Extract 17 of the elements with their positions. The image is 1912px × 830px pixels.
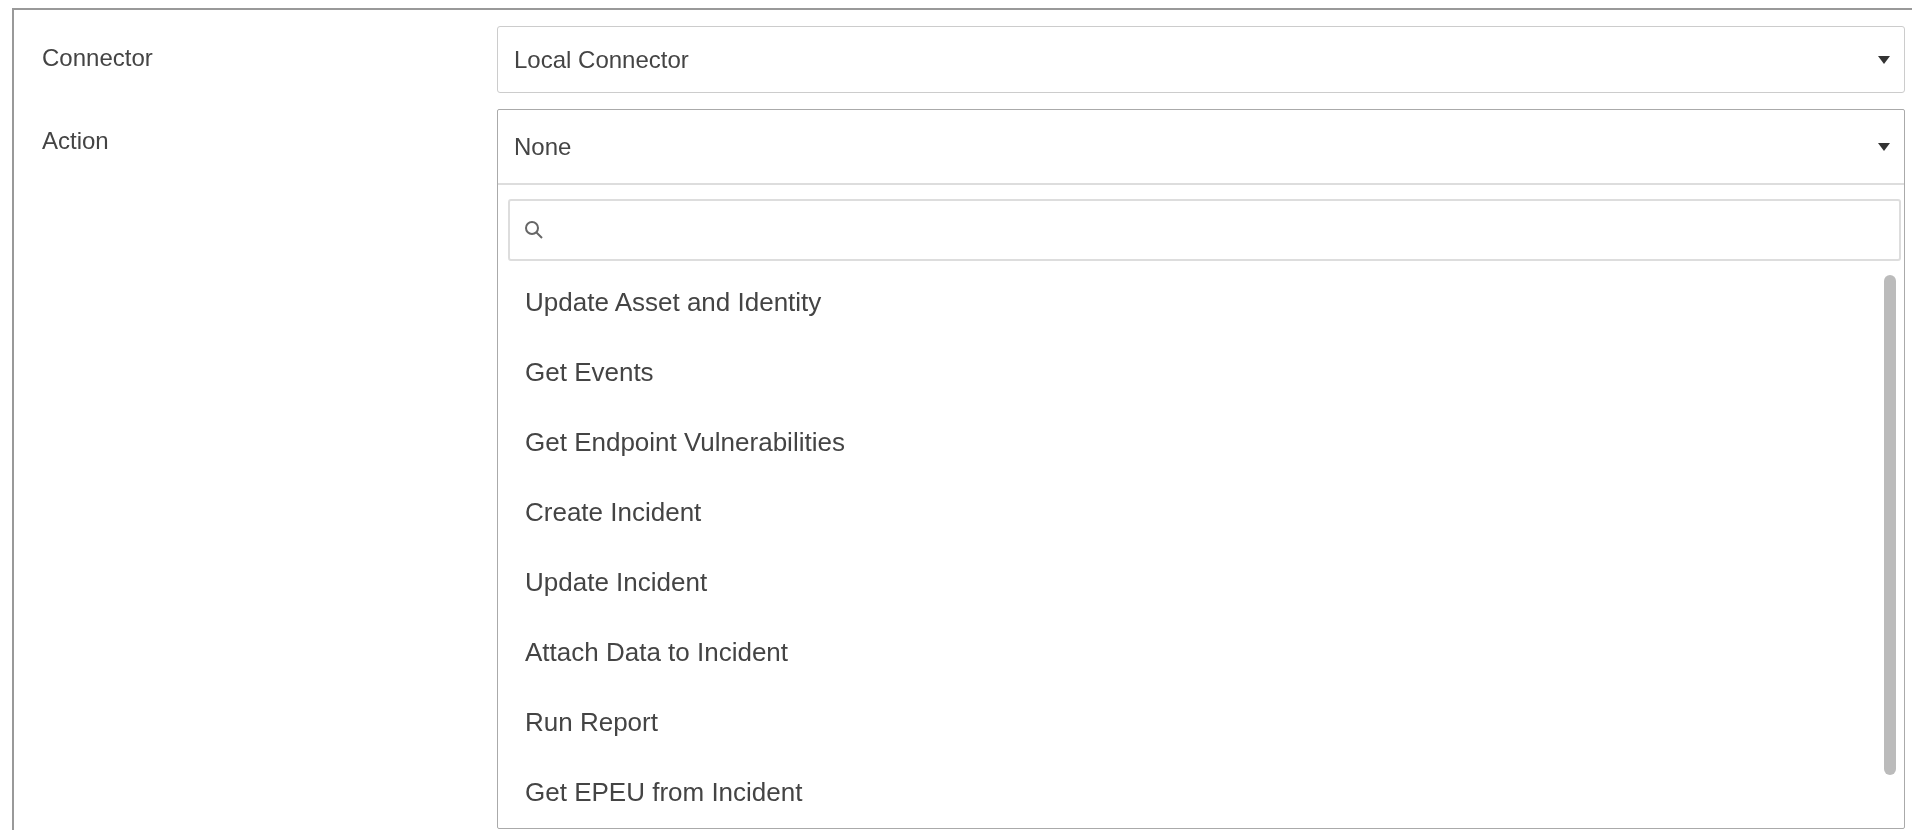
dropdown-option[interactable]: Update Incident bbox=[498, 547, 1884, 617]
scrollbar[interactable] bbox=[1884, 275, 1896, 775]
caret-icon bbox=[1878, 142, 1890, 151]
select-header[interactable]: None bbox=[498, 110, 1904, 185]
dropdown-option[interactable]: Attach Data to Incident bbox=[498, 617, 1884, 687]
dropdown-option[interactable]: Get EPEU from Incident bbox=[498, 757, 1884, 827]
dropdown-option[interactable]: Run Report bbox=[498, 687, 1884, 757]
dropdown-option[interactable]: Create Incident bbox=[498, 477, 1884, 547]
dropdown-option[interactable]: Get Events bbox=[498, 337, 1884, 407]
field-label: Connector bbox=[41, 43, 154, 73]
dropdown-option[interactable]: Update Asset and Identity bbox=[498, 267, 1884, 337]
search-icon bbox=[524, 220, 544, 240]
field-label: Action bbox=[41, 126, 110, 156]
dropdown-option[interactable]: Get Endpoint Vulnerabilities bbox=[498, 407, 1884, 477]
select-field[interactable]: Local Connector bbox=[497, 26, 1905, 93]
search-field[interactable] bbox=[508, 199, 1901, 261]
caret-icon bbox=[1878, 55, 1890, 64]
